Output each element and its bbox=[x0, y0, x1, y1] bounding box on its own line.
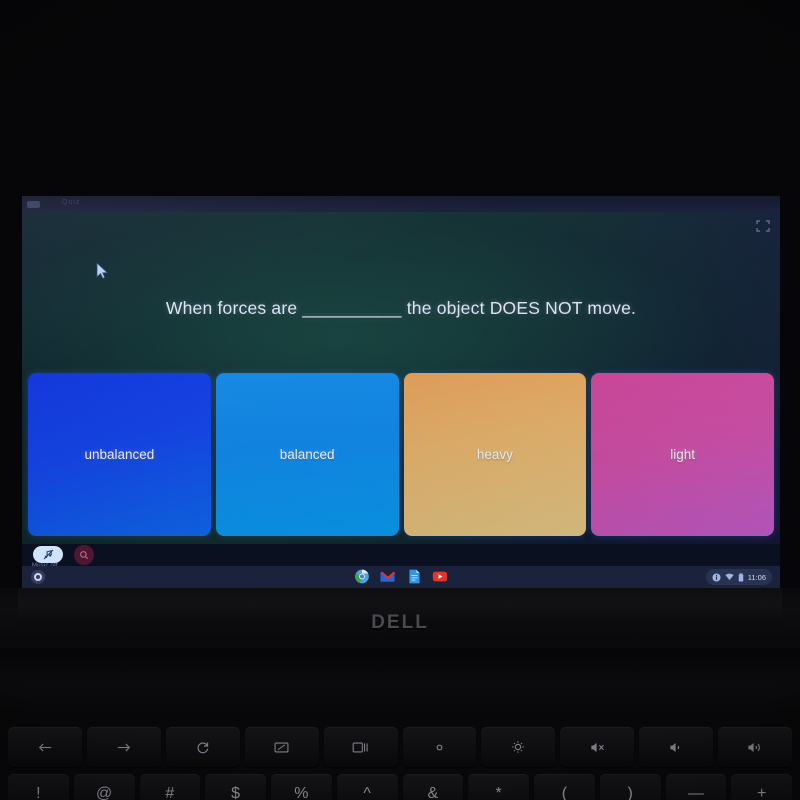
answer-options: unbalanced balanced heavy light bbox=[28, 373, 774, 536]
launcher-ring bbox=[34, 573, 42, 581]
launcher-icon[interactable] bbox=[31, 570, 45, 584]
system-tray[interactable]: 11:06 bbox=[705, 569, 772, 585]
mouse-pointer bbox=[95, 262, 109, 280]
key-plus[interactable]: + bbox=[731, 774, 792, 800]
volume-down-key[interactable] bbox=[639, 727, 714, 767]
answer-label: unbalanced bbox=[84, 447, 155, 462]
wifi-icon bbox=[725, 573, 734, 581]
dell-logo: DELL bbox=[371, 612, 429, 633]
key-asterisk[interactable]: * bbox=[468, 774, 529, 800]
question-text: When forces are __________ the object DO… bbox=[165, 298, 637, 318]
key-at[interactable]: @ bbox=[73, 774, 135, 800]
key-hash[interactable]: # bbox=[139, 774, 201, 800]
chromebook-screen: Quiz When forces are __________ the obje… bbox=[22, 196, 780, 588]
key-paren-close[interactable]: ) bbox=[599, 774, 661, 800]
browser-tab-dot bbox=[27, 201, 40, 208]
search-icon[interactable] bbox=[74, 545, 94, 565]
chrome-app-icon[interactable] bbox=[355, 569, 370, 584]
answer-card-unbalanced[interactable]: unbalanced bbox=[28, 373, 211, 536]
battery-icon bbox=[738, 572, 744, 582]
key-paren-open[interactable]: ( bbox=[534, 774, 595, 800]
answer-card-heavy[interactable]: heavy bbox=[403, 373, 587, 536]
key-minus[interactable]: — bbox=[665, 774, 727, 800]
shelf-app-list bbox=[355, 569, 448, 584]
key-ampersand[interactable]: & bbox=[402, 774, 464, 800]
brightness-up-key[interactable] bbox=[481, 727, 556, 767]
answer-label: light bbox=[670, 447, 695, 462]
youtube-app-icon[interactable] bbox=[432, 569, 448, 584]
forward-key[interactable] bbox=[86, 727, 161, 767]
mute-key[interactable] bbox=[560, 727, 635, 767]
browser-tab-title: Quiz bbox=[62, 199, 81, 206]
notification-icon bbox=[712, 572, 721, 582]
keyboard: ! @ # $ % ^ & * ( ) — + bbox=[0, 712, 800, 800]
reload-key[interactable] bbox=[165, 727, 240, 767]
key-exclamation[interactable]: ! bbox=[8, 774, 69, 800]
answer-card-light[interactable]: light bbox=[591, 373, 774, 536]
docs-app-icon[interactable] bbox=[407, 569, 422, 584]
tray-clock[interactable]: 11:06 bbox=[748, 573, 766, 582]
key-dollar[interactable]: $ bbox=[205, 774, 266, 800]
laptop-hinge bbox=[0, 648, 800, 708]
gmail-app-icon[interactable] bbox=[380, 569, 396, 584]
key-caret[interactable]: ^ bbox=[336, 774, 398, 800]
music-off-icon[interactable] bbox=[33, 546, 63, 563]
answer-card-balanced[interactable]: balanced bbox=[215, 373, 399, 536]
chromeos-shelf: 11:06 bbox=[22, 566, 780, 588]
function-key-row bbox=[0, 727, 800, 767]
back-key[interactable] bbox=[8, 727, 82, 767]
volume-up-key[interactable] bbox=[718, 727, 793, 767]
fullscreen-key[interactable] bbox=[244, 727, 319, 767]
brightness-down-key[interactable] bbox=[402, 727, 477, 767]
number-key-row: ! @ # $ % ^ & * ( ) — + bbox=[0, 774, 800, 800]
quiz-slide: When forces are __________ the object DO… bbox=[22, 212, 780, 544]
answer-label: balanced bbox=[279, 447, 335, 462]
photo-of-laptop: Quiz When forces are __________ the obje… bbox=[0, 0, 800, 800]
overview-key[interactable] bbox=[323, 727, 398, 767]
key-percent[interactable]: % bbox=[271, 774, 332, 800]
answer-label: heavy bbox=[476, 447, 513, 462]
expand-icon[interactable] bbox=[754, 218, 772, 234]
